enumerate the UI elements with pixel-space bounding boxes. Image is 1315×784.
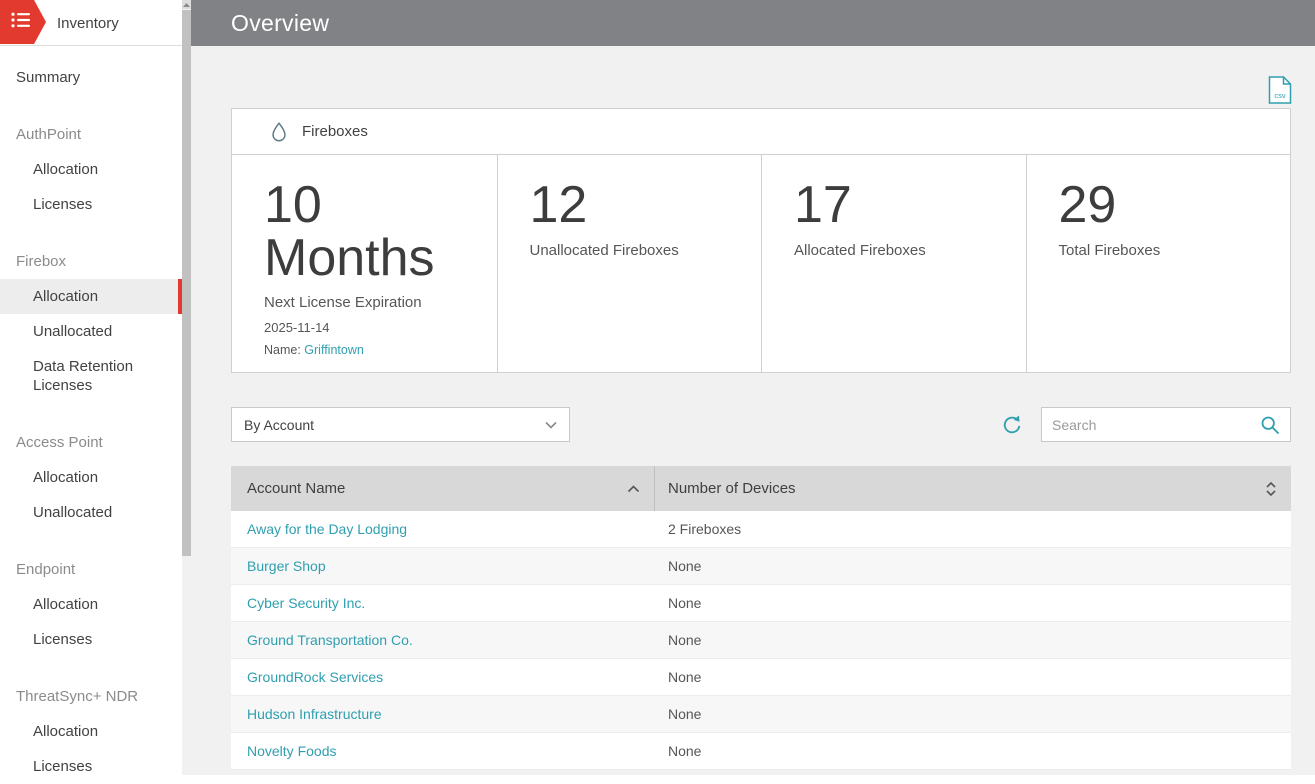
account-link[interactable]: GroundRock Services <box>247 669 383 685</box>
sidebar-item-allocation[interactable]: Allocation <box>0 714 182 749</box>
device-count-cell: None <box>655 632 1291 648</box>
scrollbar-thumb[interactable] <box>182 10 191 556</box>
account-link[interactable]: Novelty Foods <box>247 743 336 759</box>
sidebar-section-authpoint: AuthPoint <box>0 117 182 152</box>
device-count-cell: 2 Fireboxes <box>655 521 1291 537</box>
group-by-select[interactable]: By Account <box>231 407 570 442</box>
table-row: Novelty Foods None <box>231 733 1291 770</box>
stat-name-row: Name: Griffintown <box>264 343 469 357</box>
stat-label: Total Fireboxes <box>1059 242 1263 259</box>
search-icon[interactable] <box>1260 415 1280 435</box>
group-by-value: By Account <box>244 417 314 433</box>
stat-expiration-date: 2025-11-14 <box>264 320 469 335</box>
sort-ascending-icon <box>627 485 640 493</box>
stat-cell-total-fireboxes: 29 Total Fireboxes <box>1026 155 1291 372</box>
sidebar-item-unallocated[interactable]: Unallocated <box>0 314 182 349</box>
sidebar-item-summary[interactable]: Summary <box>0 60 182 95</box>
list-menu-icon <box>11 12 31 33</box>
account-link[interactable]: Burger Shop <box>247 558 326 574</box>
table-row: Hudson Infrastructure None <box>231 696 1291 733</box>
device-count-cell: None <box>655 706 1291 722</box>
main-content: csv Fireboxes 10Months Next License Expir… <box>191 46 1315 775</box>
page-title: Overview <box>231 10 329 37</box>
stat-value-unit: Months <box>264 232 469 285</box>
search-box <box>1041 407 1291 442</box>
account-link[interactable]: Ground Transportation Co. <box>247 632 413 648</box>
account-cell: Cyber Security Inc. <box>231 595 655 611</box>
account-link[interactable]: Cyber Security Inc. <box>247 595 365 611</box>
stat-cell-unallocated-fireboxes: 12 Unallocated Fireboxes <box>497 155 762 372</box>
fireboxes-card: Fireboxes 10Months Next License Expiratio… <box>231 108 1291 373</box>
table-row: Cyber Security Inc. None <box>231 585 1291 622</box>
column-label: Account Name <box>247 480 345 497</box>
sidebar-item-allocation[interactable]: Allocation <box>0 460 182 495</box>
device-count-cell: None <box>655 558 1291 574</box>
device-count-cell: None <box>655 669 1291 685</box>
sidebar: Inventory SummaryAuthPointAllocationLice… <box>0 0 191 775</box>
firebox-droplet-icon <box>268 121 290 143</box>
sidebar-section-threatsync-ndr: ThreatSync+ NDR <box>0 679 182 714</box>
account-cell: Novelty Foods <box>231 743 655 759</box>
stat-value: 10 <box>264 179 469 232</box>
stat-value: 12 <box>530 179 734 232</box>
accounts-table-body: Away for the Day Lodging 2 Fireboxes Burge… <box>231 511 1291 770</box>
sidebar-section-endpoint: Endpoint <box>0 552 182 587</box>
stat-cell-allocated-fireboxes: 17 Allocated Fireboxes <box>761 155 1026 372</box>
sidebar-item-data-retention-licenses[interactable]: Data Retention Licenses <box>0 349 182 403</box>
stat-value: 29 <box>1059 179 1263 232</box>
topbar: Overview <box>191 0 1315 46</box>
stat-label: Unallocated Fireboxes <box>530 242 734 259</box>
export-csv-button[interactable]: csv <box>1268 76 1292 104</box>
account-cell: Ground Transportation Co. <box>231 632 655 648</box>
account-cell: Hudson Infrastructure <box>231 706 655 722</box>
table-row: Burger Shop None <box>231 548 1291 585</box>
scroll-up-button[interactable] <box>182 0 191 9</box>
refresh-button[interactable] <box>1001 414 1023 436</box>
chevron-down-icon <box>545 421 557 429</box>
card-title: Fireboxes <box>302 123 368 140</box>
csv-icon-label: csv <box>1274 91 1286 100</box>
filter-row: By Account <box>231 407 1291 442</box>
table-row: GroundRock Services None <box>231 659 1291 696</box>
stat-name-label: Name: <box>264 343 304 357</box>
column-header-number-of-devices[interactable]: Number of Devices <box>655 466 1291 511</box>
sidebar-title: Inventory <box>57 0 119 46</box>
table-row: Ground Transportation Co. None <box>231 622 1291 659</box>
account-link[interactable]: Away for the Day Lodging <box>247 521 407 537</box>
filter-right-group <box>1001 407 1291 442</box>
menu-tab-button[interactable] <box>0 0 46 44</box>
account-cell: Burger Shop <box>231 558 655 574</box>
fireboxes-stats: 10Months Next License Expiration 2025-11-1… <box>232 155 1290 372</box>
sort-both-icon <box>1265 481 1277 497</box>
stat-value: 17 <box>794 179 998 232</box>
sidebar-item-unallocated[interactable]: Unallocated <box>0 495 182 530</box>
sidebar-item-licenses[interactable]: Licenses <box>0 749 182 784</box>
device-count-cell: None <box>655 595 1291 611</box>
stat-label: Allocated Fireboxes <box>794 242 998 259</box>
firebox-name-link[interactable]: Griffintown <box>304 343 364 357</box>
accounts-table-header: Account Name Number of Devices <box>231 466 1291 511</box>
sidebar-item-allocation[interactable]: Allocation <box>0 279 182 314</box>
account-cell: Away for the Day Lodging <box>231 521 655 537</box>
sidebar-item-allocation[interactable]: Allocation <box>0 587 182 622</box>
stat-cell-next-license-expiration: 10Months Next License Expiration 2025-11-1… <box>232 155 497 372</box>
search-input[interactable] <box>1052 417 1260 433</box>
sidebar-item-licenses[interactable]: Licenses <box>0 187 182 222</box>
sidebar-header: Inventory <box>0 0 182 46</box>
stat-label: Next License Expiration <box>264 294 469 311</box>
sidebar-scrollbar[interactable] <box>182 0 191 775</box>
device-count-cell: None <box>655 743 1291 759</box>
sidebar-item-licenses[interactable]: Licenses <box>0 622 182 657</box>
account-cell: GroundRock Services <box>231 669 655 685</box>
sidebar-section-firebox: Firebox <box>0 244 182 279</box>
sidebar-section-access-point: Access Point <box>0 425 182 460</box>
sidebar-nav: SummaryAuthPointAllocationLicensesFirebo… <box>0 46 182 784</box>
column-header-account-name[interactable]: Account Name <box>231 466 655 511</box>
column-label: Number of Devices <box>668 480 796 497</box>
accounts-table: Account Name Number of Devices Away for … <box>231 466 1291 770</box>
account-link[interactable]: Hudson Infrastructure <box>247 706 382 722</box>
sidebar-item-allocation[interactable]: Allocation <box>0 152 182 187</box>
table-row: Away for the Day Lodging 2 Fireboxes <box>231 511 1291 548</box>
fireboxes-card-header: Fireboxes <box>232 109 1290 155</box>
